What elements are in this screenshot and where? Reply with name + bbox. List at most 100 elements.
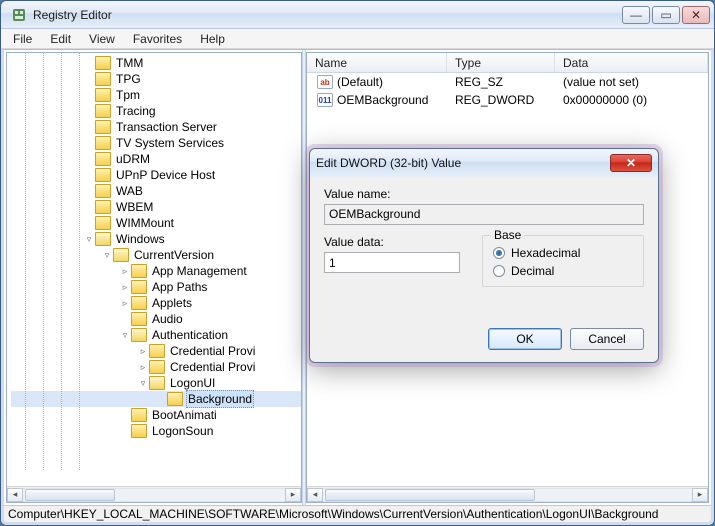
menu-view[interactable]: View <box>81 30 123 48</box>
edit-dword-dialog: Edit DWORD (32-bit) Value ✕ Value name: … <box>309 148 659 363</box>
tree-item[interactable]: ▿Windows <box>11 231 301 247</box>
folder-icon <box>131 264 147 278</box>
list-row[interactable]: 011OEMBackgroundREG_DWORD0x00000000 (0) <box>307 91 708 109</box>
tree-item[interactable]: Tracing <box>11 103 301 119</box>
folder-icon <box>95 120 111 134</box>
expand-icon[interactable]: ▹ <box>137 359 149 375</box>
folder-icon <box>95 232 111 246</box>
tree-item[interactable]: Tpm <box>11 87 301 103</box>
dialog-titlebar[interactable]: Edit DWORD (32-bit) Value ✕ <box>310 149 658 177</box>
folder-icon <box>167 392 183 406</box>
list-row[interactable]: ab(Default)REG_SZ(value not set) <box>307 73 708 91</box>
tree-item[interactable]: BootAnimati <box>11 407 301 423</box>
tree-item-label: Authentication <box>150 327 230 343</box>
menu-edit[interactable]: Edit <box>42 30 79 48</box>
tree-item-label: TMM <box>114 55 145 71</box>
tree-item[interactable]: ▹ Applets <box>11 295 301 311</box>
folder-icon <box>95 168 111 182</box>
tree-hscrollbar[interactable]: ◂ ▸ <box>7 486 301 502</box>
menubar: File Edit View Favorites Help <box>1 29 714 49</box>
tree-item-label: Credential Provi <box>168 343 257 359</box>
radio-hex-label: Hexadecimal <box>511 246 580 260</box>
folder-icon <box>149 376 165 390</box>
list-hscrollbar[interactable]: ◂ ▸ <box>307 486 708 502</box>
folder-icon <box>95 88 111 102</box>
cancel-button[interactable]: Cancel <box>570 328 644 350</box>
tree-item[interactable]: UPnP Device Host <box>11 167 301 183</box>
value-type: REG_DWORD <box>447 92 555 108</box>
tree-item[interactable]: ▿CurrentVersion <box>11 247 301 263</box>
tree-item-label: App Management <box>150 263 249 279</box>
tree-item[interactable]: TV System Services <box>11 135 301 151</box>
tree-item[interactable]: ▹ App Management <box>11 263 301 279</box>
folder-icon <box>131 328 147 342</box>
tree-item[interactable]: ▿ Authentication <box>11 327 301 343</box>
expand-icon[interactable]: ▿ <box>119 327 131 343</box>
tree-item[interactable]: uDRM <box>11 151 301 167</box>
value-data-field[interactable] <box>324 252 460 273</box>
tree-item-label: Applets <box>150 295 194 311</box>
col-data[interactable]: Data <box>555 53 708 72</box>
expand-icon[interactable]: ▹ <box>119 279 131 295</box>
scroll-right-button[interactable]: ▸ <box>692 488 708 502</box>
tree-item-label: WIMMount <box>114 215 176 231</box>
col-type[interactable]: Type <box>447 53 555 72</box>
tree-item[interactable]: ▹ App Paths <box>11 279 301 295</box>
base-group: Base Hexadecimal Decimal <box>482 235 644 287</box>
maximize-button[interactable]: ▭ <box>652 6 680 24</box>
titlebar[interactable]: Registry Editor — ▭ ✕ <box>1 1 714 29</box>
menu-help[interactable]: Help <box>192 30 233 48</box>
tree-item[interactable]: LogonSoun <box>11 423 301 439</box>
expand-icon[interactable]: ▹ <box>119 263 131 279</box>
scroll-left-button[interactable]: ◂ <box>7 488 23 502</box>
tree-item[interactable]: WIMMount <box>11 215 301 231</box>
expand-icon[interactable]: ▹ <box>119 295 131 311</box>
value-data: 0x00000000 (0) <box>555 92 708 108</box>
tree: TMMTPGTpmTracingTransaction ServerTV Sys… <box>7 53 301 441</box>
dialog-title: Edit DWORD (32-bit) Value <box>316 156 461 170</box>
tree-item[interactable]: ▿LogonUI <box>11 375 301 391</box>
expand-icon[interactable]: ▿ <box>137 375 149 391</box>
folder-icon <box>149 344 165 358</box>
reg-sz-icon: ab <box>317 75 333 89</box>
ok-button[interactable]: OK <box>488 328 562 350</box>
scroll-right-button[interactable]: ▸ <box>285 488 301 502</box>
tree-item[interactable]: WAB <box>11 183 301 199</box>
minimize-button[interactable]: — <box>622 6 650 24</box>
tree-item-label: Transaction Server <box>114 119 219 135</box>
folder-icon <box>95 72 111 86</box>
value-name: (Default) <box>337 75 383 89</box>
tree-item-label: Tracing <box>114 103 158 119</box>
statusbar-path: Computer\HKEY_LOCAL_MACHINE\SOFTWARE\Mic… <box>8 507 658 521</box>
tree-item[interactable]: ▹ Credential Provi <box>11 359 301 375</box>
tree-item[interactable]: Background <box>11 391 301 407</box>
value-name-label: Value name: <box>324 187 644 201</box>
expand-icon[interactable]: ▹ <box>137 343 149 359</box>
menu-file[interactable]: File <box>5 30 40 48</box>
tree-item[interactable]: TMM <box>11 55 301 71</box>
expand-icon[interactable]: ▿ <box>101 247 113 263</box>
radio-hexadecimal[interactable]: Hexadecimal <box>493 246 633 260</box>
value-data-label: Value data: <box>324 235 460 249</box>
tree-item[interactable]: ▹ Credential Provi <box>11 343 301 359</box>
dialog-close-button[interactable]: ✕ <box>610 154 652 172</box>
col-name[interactable]: Name <box>307 53 447 72</box>
radio-decimal[interactable]: Decimal <box>493 264 633 278</box>
tree-item-label: Background <box>186 390 254 408</box>
tree-item[interactable]: WBEM <box>11 199 301 215</box>
scroll-left-button[interactable]: ◂ <box>307 488 323 502</box>
folder-icon <box>95 152 111 166</box>
menu-favorites[interactable]: Favorites <box>125 30 190 48</box>
tree-item[interactable]: Transaction Server <box>11 119 301 135</box>
close-button[interactable]: ✕ <box>682 6 710 24</box>
tree-item[interactable]: TPG <box>11 71 301 87</box>
tree-scroll[interactable]: TMMTPGTpmTracingTransaction ServerTV Sys… <box>7 53 301 486</box>
tree-item-label: uDRM <box>114 151 152 167</box>
tree-item-label: Credential Provi <box>168 359 257 375</box>
tree-item-label: App Paths <box>150 279 209 295</box>
radio-dot-icon <box>493 265 505 277</box>
expand-icon[interactable]: ▿ <box>83 231 95 247</box>
tree-item[interactable]: Audio <box>11 311 301 327</box>
list-header[interactable]: Name Type Data <box>307 53 708 73</box>
tree-item-label: TPG <box>114 71 143 87</box>
